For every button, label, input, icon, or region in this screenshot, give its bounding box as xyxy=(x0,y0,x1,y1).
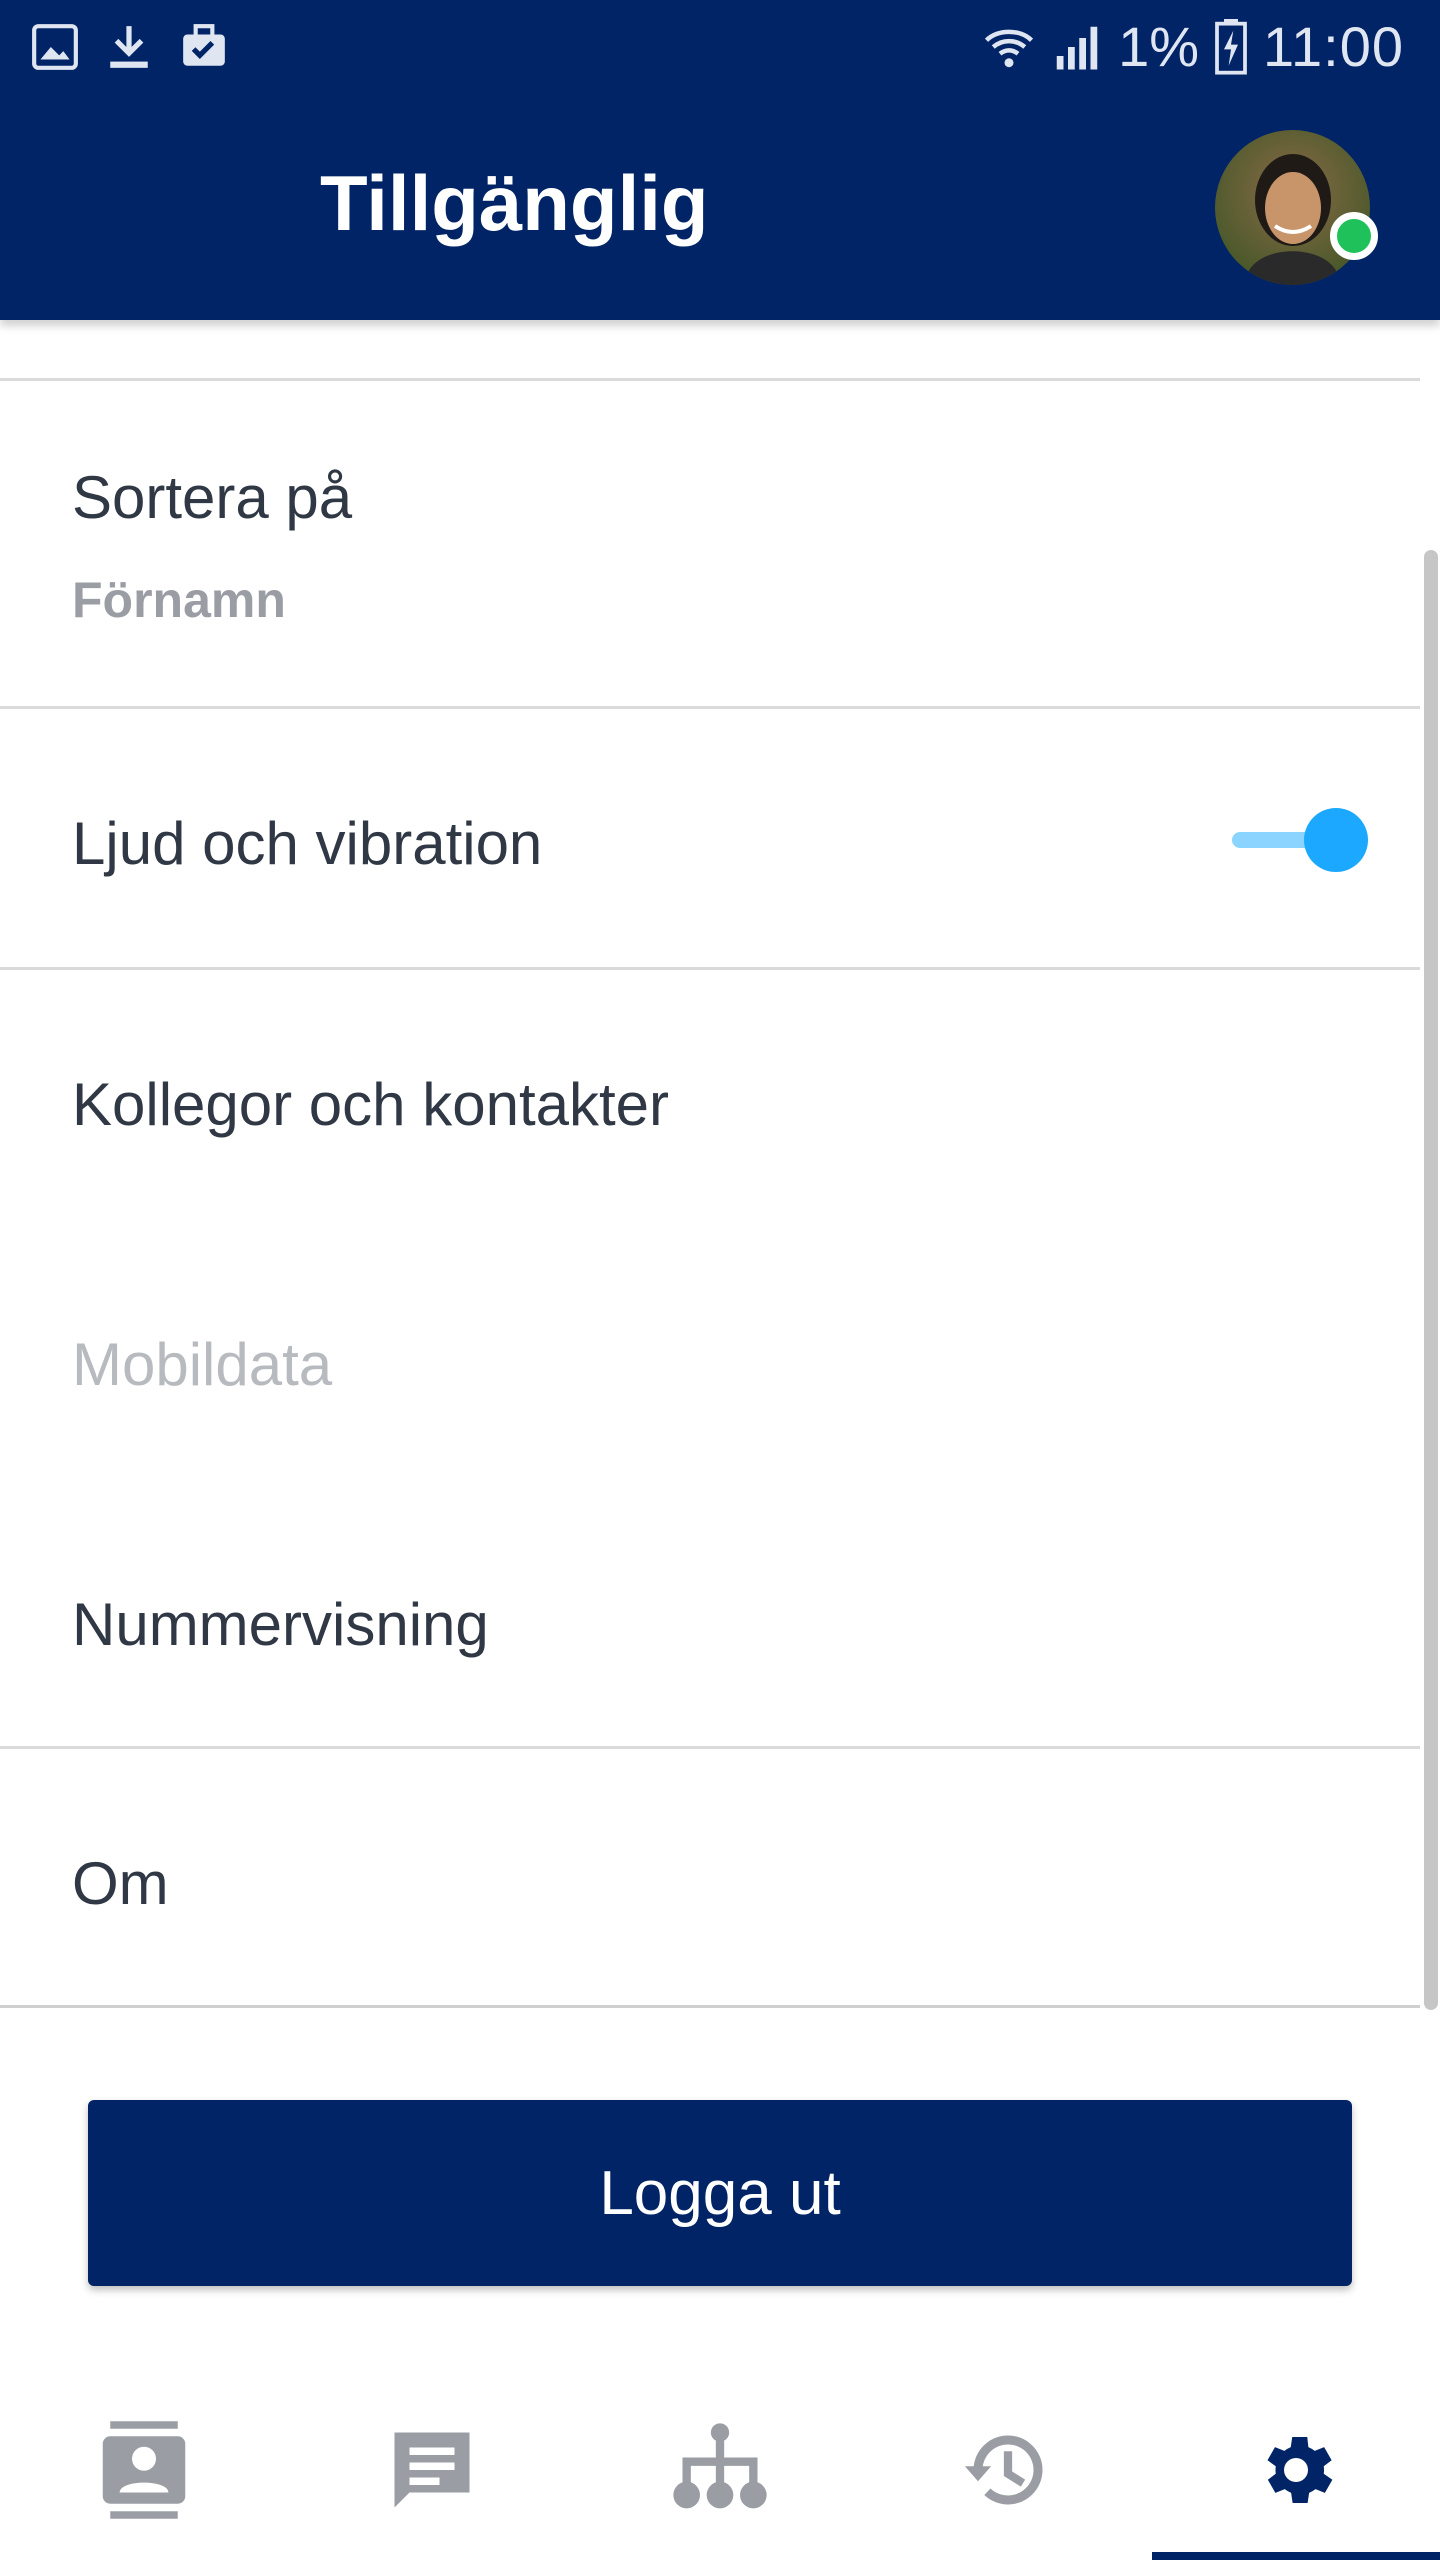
settings-icon xyxy=(1267,2437,1333,2503)
presence-status-dot xyxy=(1330,212,1378,260)
notification-icons xyxy=(30,22,230,72)
image-icon xyxy=(32,24,78,70)
colleagues-contacts-label: Kollegor och kontakter xyxy=(72,1071,670,1138)
sort-setting[interactable]: Sortera på Förnamn xyxy=(0,381,1420,706)
caller-id-label: Nummervisning xyxy=(72,1591,489,1658)
clock: 11:00 xyxy=(1263,15,1404,78)
history-icon xyxy=(964,2435,1043,2505)
nav-chat[interactable] xyxy=(288,2380,576,2560)
colleagues-contacts-setting[interactable]: Kollegor och kontakter xyxy=(0,970,1420,1228)
system-status: 1% 11:00 xyxy=(982,14,1404,79)
user-photo-icon xyxy=(1245,154,1340,285)
sort-label: Sortera på xyxy=(72,464,353,531)
toggle-thumb xyxy=(1304,808,1368,872)
sound-vibration-label: Ljud och vibration xyxy=(72,810,543,877)
download-icon xyxy=(110,26,148,68)
nav-settings[interactable] xyxy=(1152,2380,1440,2560)
org-chart-icon xyxy=(673,2423,767,2509)
battery-percent: 1% xyxy=(1118,15,1200,78)
chat-icon xyxy=(394,2432,470,2508)
page-title: Tillgänglig xyxy=(320,159,709,247)
sound-vibration-setting[interactable]: Ljud och vibration xyxy=(0,709,1420,967)
mobile-data-setting: Mobildata xyxy=(0,1230,1420,1488)
cell-signal-icon xyxy=(1056,26,1098,69)
mobile-data-label: Mobildata xyxy=(72,1331,333,1398)
logout-button[interactable]: Logga ut xyxy=(88,2100,1352,2286)
battery-charging-icon xyxy=(1215,18,1247,75)
divider xyxy=(0,2005,1420,2008)
about-setting[interactable]: Om xyxy=(0,1749,1420,2005)
sort-value: Förnamn xyxy=(72,572,286,628)
logout-label: Logga ut xyxy=(599,2158,841,2228)
app-bar: Tillgänglig xyxy=(0,100,1440,320)
briefcase-check-icon xyxy=(183,24,225,66)
contacts-icon xyxy=(102,2421,186,2519)
sound-vibration-toggle[interactable] xyxy=(1228,800,1368,880)
nav-history[interactable] xyxy=(864,2380,1152,2560)
status-bar: 1% 11:00 xyxy=(0,0,1440,100)
caller-id-setting[interactable]: Nummervisning xyxy=(0,1490,1420,1745)
bottom-navigation xyxy=(0,2380,1440,2560)
scrollbar[interactable] xyxy=(1424,550,1438,2010)
active-tab-indicator xyxy=(1152,2552,1440,2560)
nav-organization[interactable] xyxy=(576,2380,864,2560)
about-label: Om xyxy=(72,1850,169,1917)
nav-contacts[interactable] xyxy=(0,2380,288,2560)
avatar[interactable] xyxy=(1215,130,1370,285)
wifi-icon xyxy=(984,29,1034,67)
